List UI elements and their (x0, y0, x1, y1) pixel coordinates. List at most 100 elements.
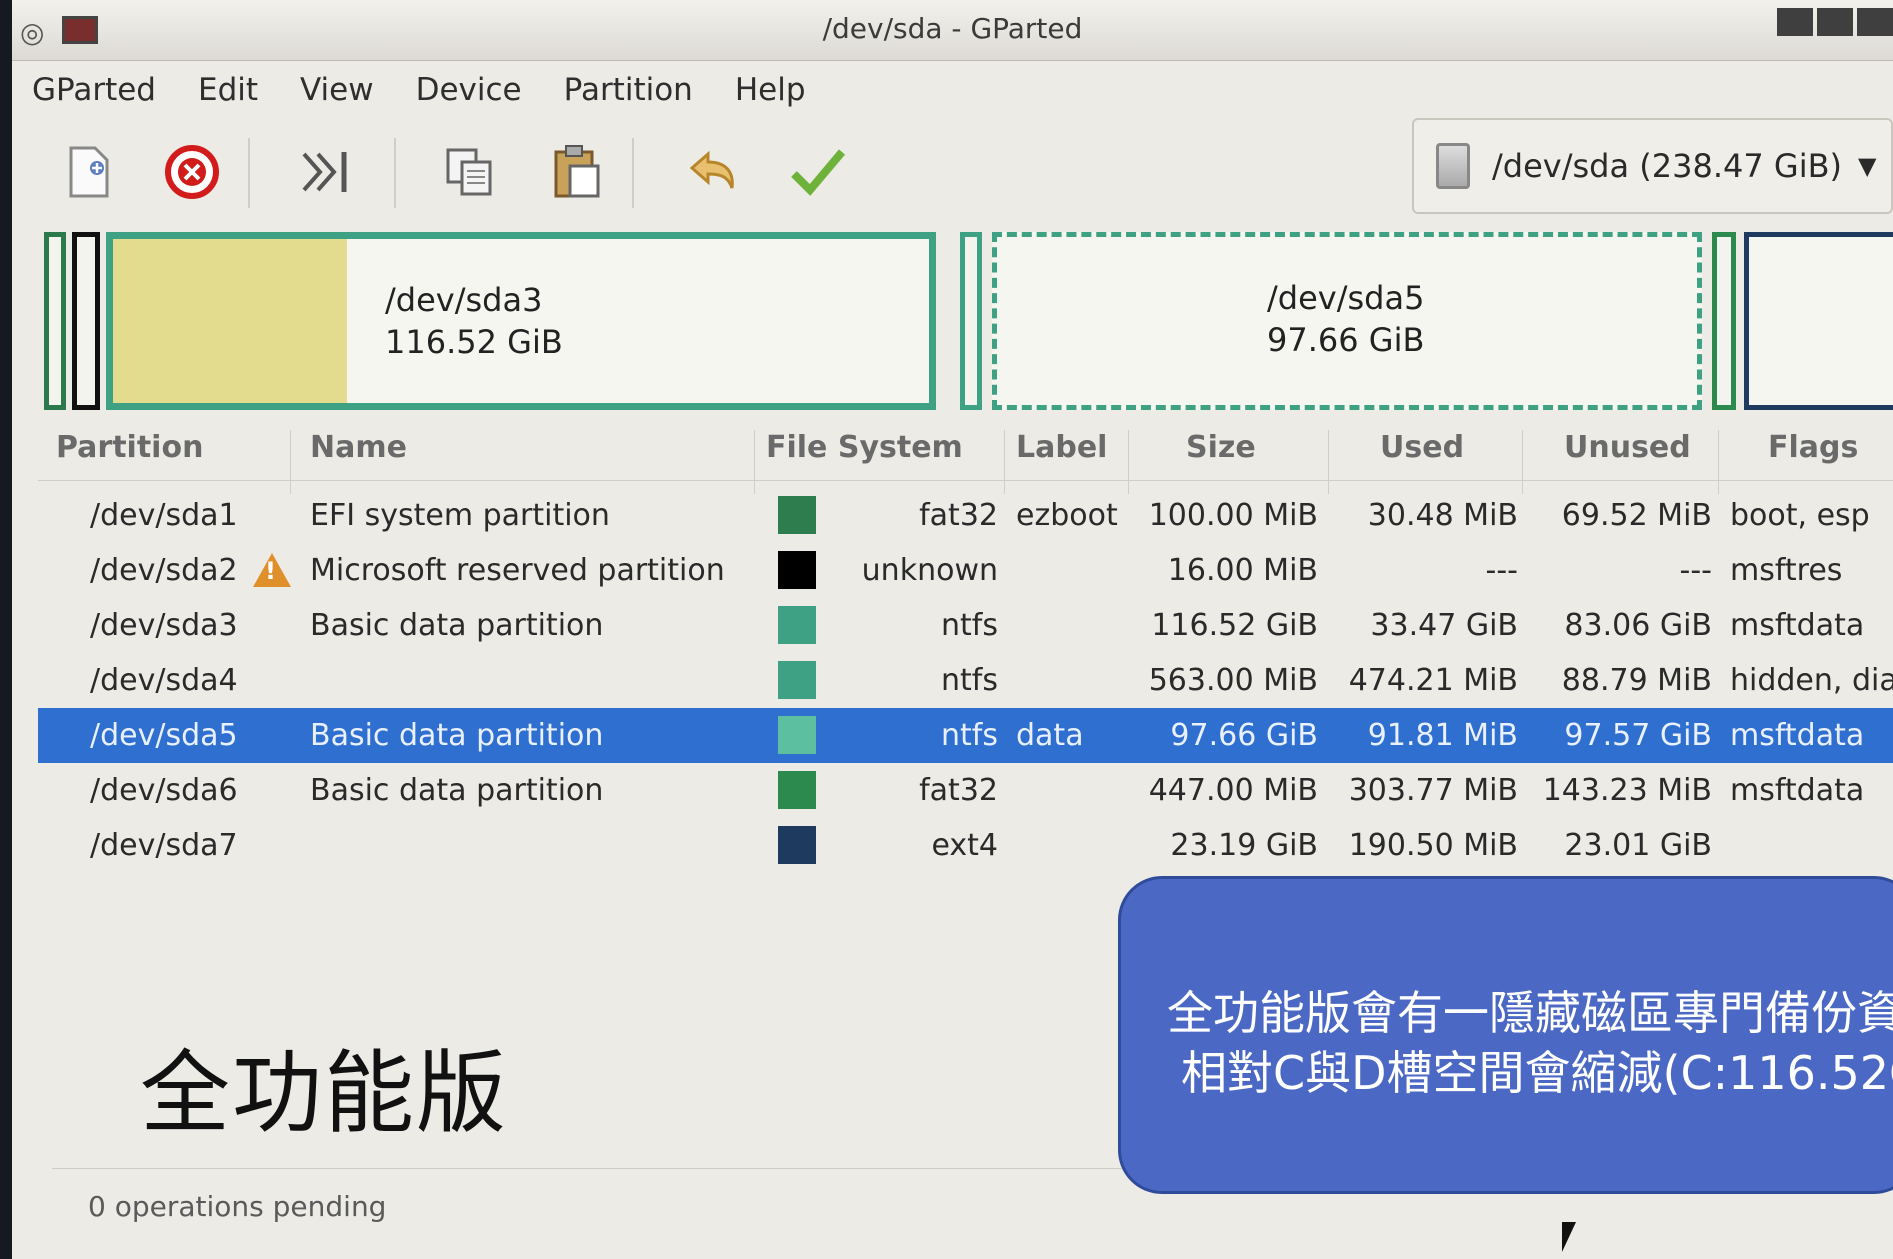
paste-icon[interactable] (544, 140, 608, 204)
cell-flags: msftres (1730, 553, 1843, 588)
cell-used: 474.21 MiB (1348, 663, 1518, 698)
cell-size: 97.66 GiB (1170, 718, 1318, 753)
column-divider (1128, 430, 1129, 494)
partition-map-sda2[interactable] (72, 232, 100, 410)
cell-file-system: fat32 (919, 498, 998, 533)
header-unused[interactable]: Unused (1564, 430, 1691, 465)
column-divider (754, 430, 755, 494)
fs-color-swatch (778, 661, 816, 699)
fs-color-swatch (778, 606, 816, 644)
column-divider (1718, 430, 1719, 494)
fs-color-swatch (778, 771, 816, 809)
menu-bar: GParted Edit View Device Partition Help (12, 62, 1893, 118)
partition-map-sda5-name: /dev/sda5 (1267, 279, 1425, 317)
cell-name: Microsoft reserved partition (310, 553, 725, 588)
toolbar-separator (394, 138, 396, 208)
table-row[interactable]: /dev/sda4 ntfs 563.00 MiB 474.21 MiB 88.… (38, 653, 1893, 708)
partition-map-sda3-used (113, 239, 348, 403)
toolbar: /dev/sda (238.47 GiB) ▼ (12, 118, 1893, 228)
partition-map-sda1[interactable] (44, 232, 66, 410)
header-label[interactable]: Label (1016, 430, 1107, 465)
table-row[interactable]: /dev/sda7 ext4 23.19 GiB 190.50 MiB 23.0… (38, 818, 1893, 873)
cell-partition: /dev/sda4 (90, 663, 238, 698)
fs-color-swatch (778, 496, 816, 534)
column-divider (1004, 430, 1005, 494)
fs-color-swatch (778, 716, 816, 754)
header-size[interactable]: Size (1186, 430, 1256, 465)
warning-icon-mark: ! (265, 557, 276, 585)
table-row[interactable]: /dev/sda2 ! Microsoft reserved partition… (38, 543, 1893, 598)
menu-device[interactable]: Device (416, 72, 522, 108)
header-file-system[interactable]: File System (766, 430, 963, 465)
menu-help[interactable]: Help (735, 72, 806, 108)
partition-map-sda4[interactable] (960, 232, 982, 410)
cell-flags: hidden, diag (1730, 663, 1893, 698)
window-controls (1777, 8, 1893, 36)
table-row-selected[interactable]: /dev/sda5 Basic data partition ntfs data… (38, 708, 1893, 763)
delete-icon[interactable] (160, 140, 224, 204)
maximize-button[interactable] (1817, 8, 1853, 36)
new-partition-icon[interactable] (56, 140, 120, 204)
close-button[interactable] (1857, 8, 1893, 36)
cell-used: 303.77 MiB (1348, 773, 1518, 808)
partition-map-sda5-size: 97.66 GiB (1267, 321, 1425, 359)
column-divider (1328, 430, 1329, 494)
menu-view[interactable]: View (300, 72, 374, 108)
cell-used: 91.81 MiB (1367, 718, 1518, 753)
partition-map-sda3[interactable]: /dev/sda3 116.52 GiB (106, 232, 936, 410)
cell-name: EFI system partition (310, 498, 610, 533)
undo-icon[interactable] (680, 140, 744, 204)
partition-table-header: Partition Name File System Label Size Us… (38, 416, 1893, 494)
header-used[interactable]: Used (1380, 430, 1464, 465)
callout-line-1: 全功能版會有一隱藏磁區專門備份資 (1167, 986, 1893, 1040)
partition-map: /dev/sda3 116.52 GiB /dev/sda5 97.66 GiB (32, 232, 1893, 410)
toolbar-separator (632, 138, 634, 208)
device-selector-label: /dev/sda (238.47 GiB) (1492, 147, 1843, 185)
cell-flags: msftdata (1730, 608, 1865, 643)
column-divider (290, 430, 291, 494)
device-selector[interactable]: /dev/sda (238.47 GiB) ▼ (1412, 118, 1893, 214)
cell-used: --- (1485, 553, 1518, 588)
menu-gparted[interactable]: GParted (32, 72, 156, 108)
partition-map-sda5[interactable]: /dev/sda5 97.66 GiB (992, 232, 1702, 410)
window-title: /dev/sda - GParted (822, 12, 1083, 45)
fs-color-swatch (778, 551, 816, 589)
chevron-down-icon: ▼ (1858, 152, 1877, 180)
cell-partition: /dev/sda7 (90, 828, 238, 863)
cell-file-system: ntfs (941, 663, 998, 698)
header-flags[interactable]: Flags (1768, 430, 1858, 465)
partition-map-sda6[interactable] (1712, 232, 1736, 410)
header-name[interactable]: Name (310, 430, 407, 465)
status-text: 0 operations pending (88, 1190, 387, 1223)
menu-edit[interactable]: Edit (198, 72, 258, 108)
partition-map-sda7[interactable] (1744, 232, 1893, 410)
cell-size: 100.00 MiB (1148, 498, 1318, 533)
table-row[interactable]: /dev/sda3 Basic data partition ntfs 116.… (38, 598, 1893, 653)
table-row[interactable]: /dev/sda1 EFI system partition fat32 ezb… (38, 488, 1893, 543)
overlay-caption: 全功能版 (140, 1041, 508, 1146)
gparted-screen: ◎ /dev/sda - GParted GParted Edit View D… (12, 0, 1893, 1259)
apply-icon[interactable] (786, 140, 850, 204)
partition-map-sda3-name: /dev/sda3 (385, 281, 543, 319)
fs-color-swatch (778, 826, 816, 864)
cell-used: 30.48 MiB (1367, 498, 1518, 533)
table-row[interactable]: /dev/sda6 Basic data partition fat32 447… (38, 763, 1893, 818)
cell-name: Basic data partition (310, 718, 604, 753)
cell-flags: boot, esp (1730, 498, 1870, 533)
cell-unused: 23.01 GiB (1564, 828, 1712, 863)
toolbar-separator (248, 138, 250, 208)
cell-file-system: ext4 (931, 828, 998, 863)
cell-file-system: ntfs (941, 608, 998, 643)
callout-line-2: 相對C與D槽空間會縮減(C:116.52GB (1181, 1046, 1893, 1100)
resize-move-icon[interactable] (296, 140, 360, 204)
menu-partition[interactable]: Partition (564, 72, 693, 108)
cell-file-system: ntfs (941, 718, 998, 753)
cell-partition: /dev/sda1 (90, 498, 238, 533)
minimize-button[interactable] (1777, 8, 1813, 36)
cell-size: 447.00 MiB (1148, 773, 1318, 808)
header-partition[interactable]: Partition (56, 430, 203, 465)
cell-unused: --- (1679, 553, 1712, 588)
cell-flags: msftdata (1730, 773, 1865, 808)
cell-name: Basic data partition (310, 608, 604, 643)
copy-icon[interactable] (438, 140, 502, 204)
